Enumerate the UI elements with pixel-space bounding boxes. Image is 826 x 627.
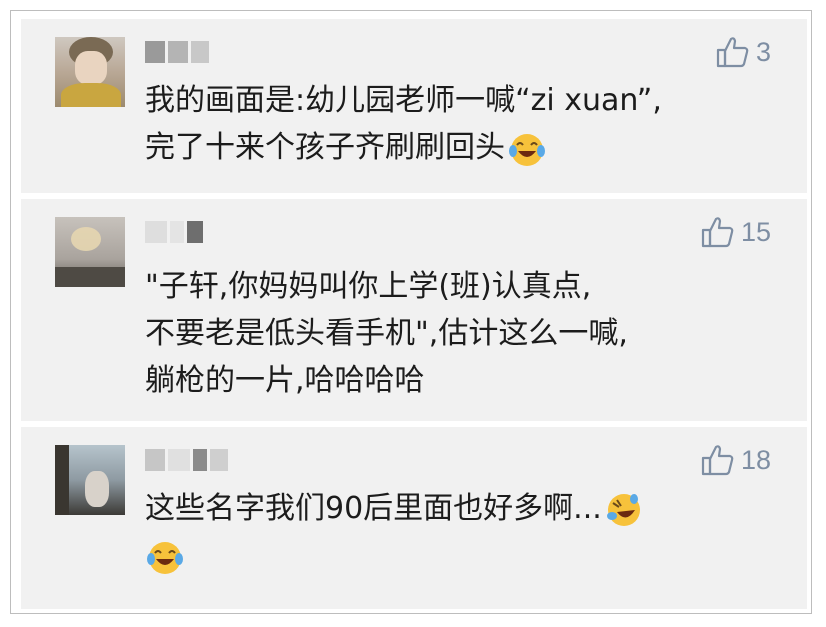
avatar[interactable] (55, 217, 125, 287)
screenshot-frame: 3 我的画面是:幼儿园老师一喊“zi xuan”, 完了十来个孩子齐刷刷回头 1… (10, 10, 812, 614)
like-button[interactable]: 18 (701, 443, 771, 477)
comment-line: 我的画面是:幼儿园老师一喊“zi xuan”, (145, 83, 662, 118)
rolling-laugh-emoji (604, 490, 644, 530)
comment-line: 这些名字我们90后里面也好多啊... (145, 485, 777, 532)
comment-card-1: 3 我的画面是:幼儿园老师一喊“zi xuan”, 完了十来个孩子齐刷刷回头 (21, 19, 807, 193)
thumbs-up-icon (716, 35, 750, 69)
comment-line: 躺枪的一片,哈哈哈哈 (145, 363, 425, 398)
comment-card-2: 15 "子轩,你妈妈叫你上学(班)认真点, 不要老是低头看手机",估计这么一喊,… (21, 199, 807, 421)
comment-line (145, 532, 777, 579)
comment-text: "子轩,你妈妈叫你上学(班)认真点, 不要老是低头看手机",估计这么一喊, 躺枪… (145, 263, 777, 404)
comment-line: 不要老是低头看手机",估计这么一喊, (145, 316, 628, 351)
comment-line: 完了十来个孩子齐刷刷回头 (145, 124, 777, 171)
username-blurred[interactable] (145, 39, 209, 65)
thumbs-up-icon (701, 443, 735, 477)
comment-line: "子轩,你妈妈叫你上学(班)认真点, (145, 269, 592, 304)
like-count: 3 (755, 37, 771, 67)
like-button[interactable]: 3 (716, 35, 771, 69)
comment-card-3: 18 这些名字我们90后里面也好多啊... (21, 427, 807, 609)
thumbs-up-icon (701, 215, 735, 249)
avatar[interactable] (55, 445, 125, 515)
username-blurred[interactable] (145, 447, 228, 473)
comment-text: 这些名字我们90后里面也好多啊... (145, 485, 777, 579)
like-count: 18 (740, 445, 771, 475)
username-blurred[interactable] (145, 219, 203, 245)
comment-text: 我的画面是:幼儿园老师一喊“zi xuan”, 完了十来个孩子齐刷刷回头 (145, 77, 777, 171)
avatar[interactable] (55, 37, 125, 107)
like-count: 15 (740, 217, 771, 247)
laughing-tears-emoji (145, 537, 185, 577)
laughing-tears-emoji (507, 129, 547, 169)
like-button[interactable]: 15 (701, 215, 771, 249)
